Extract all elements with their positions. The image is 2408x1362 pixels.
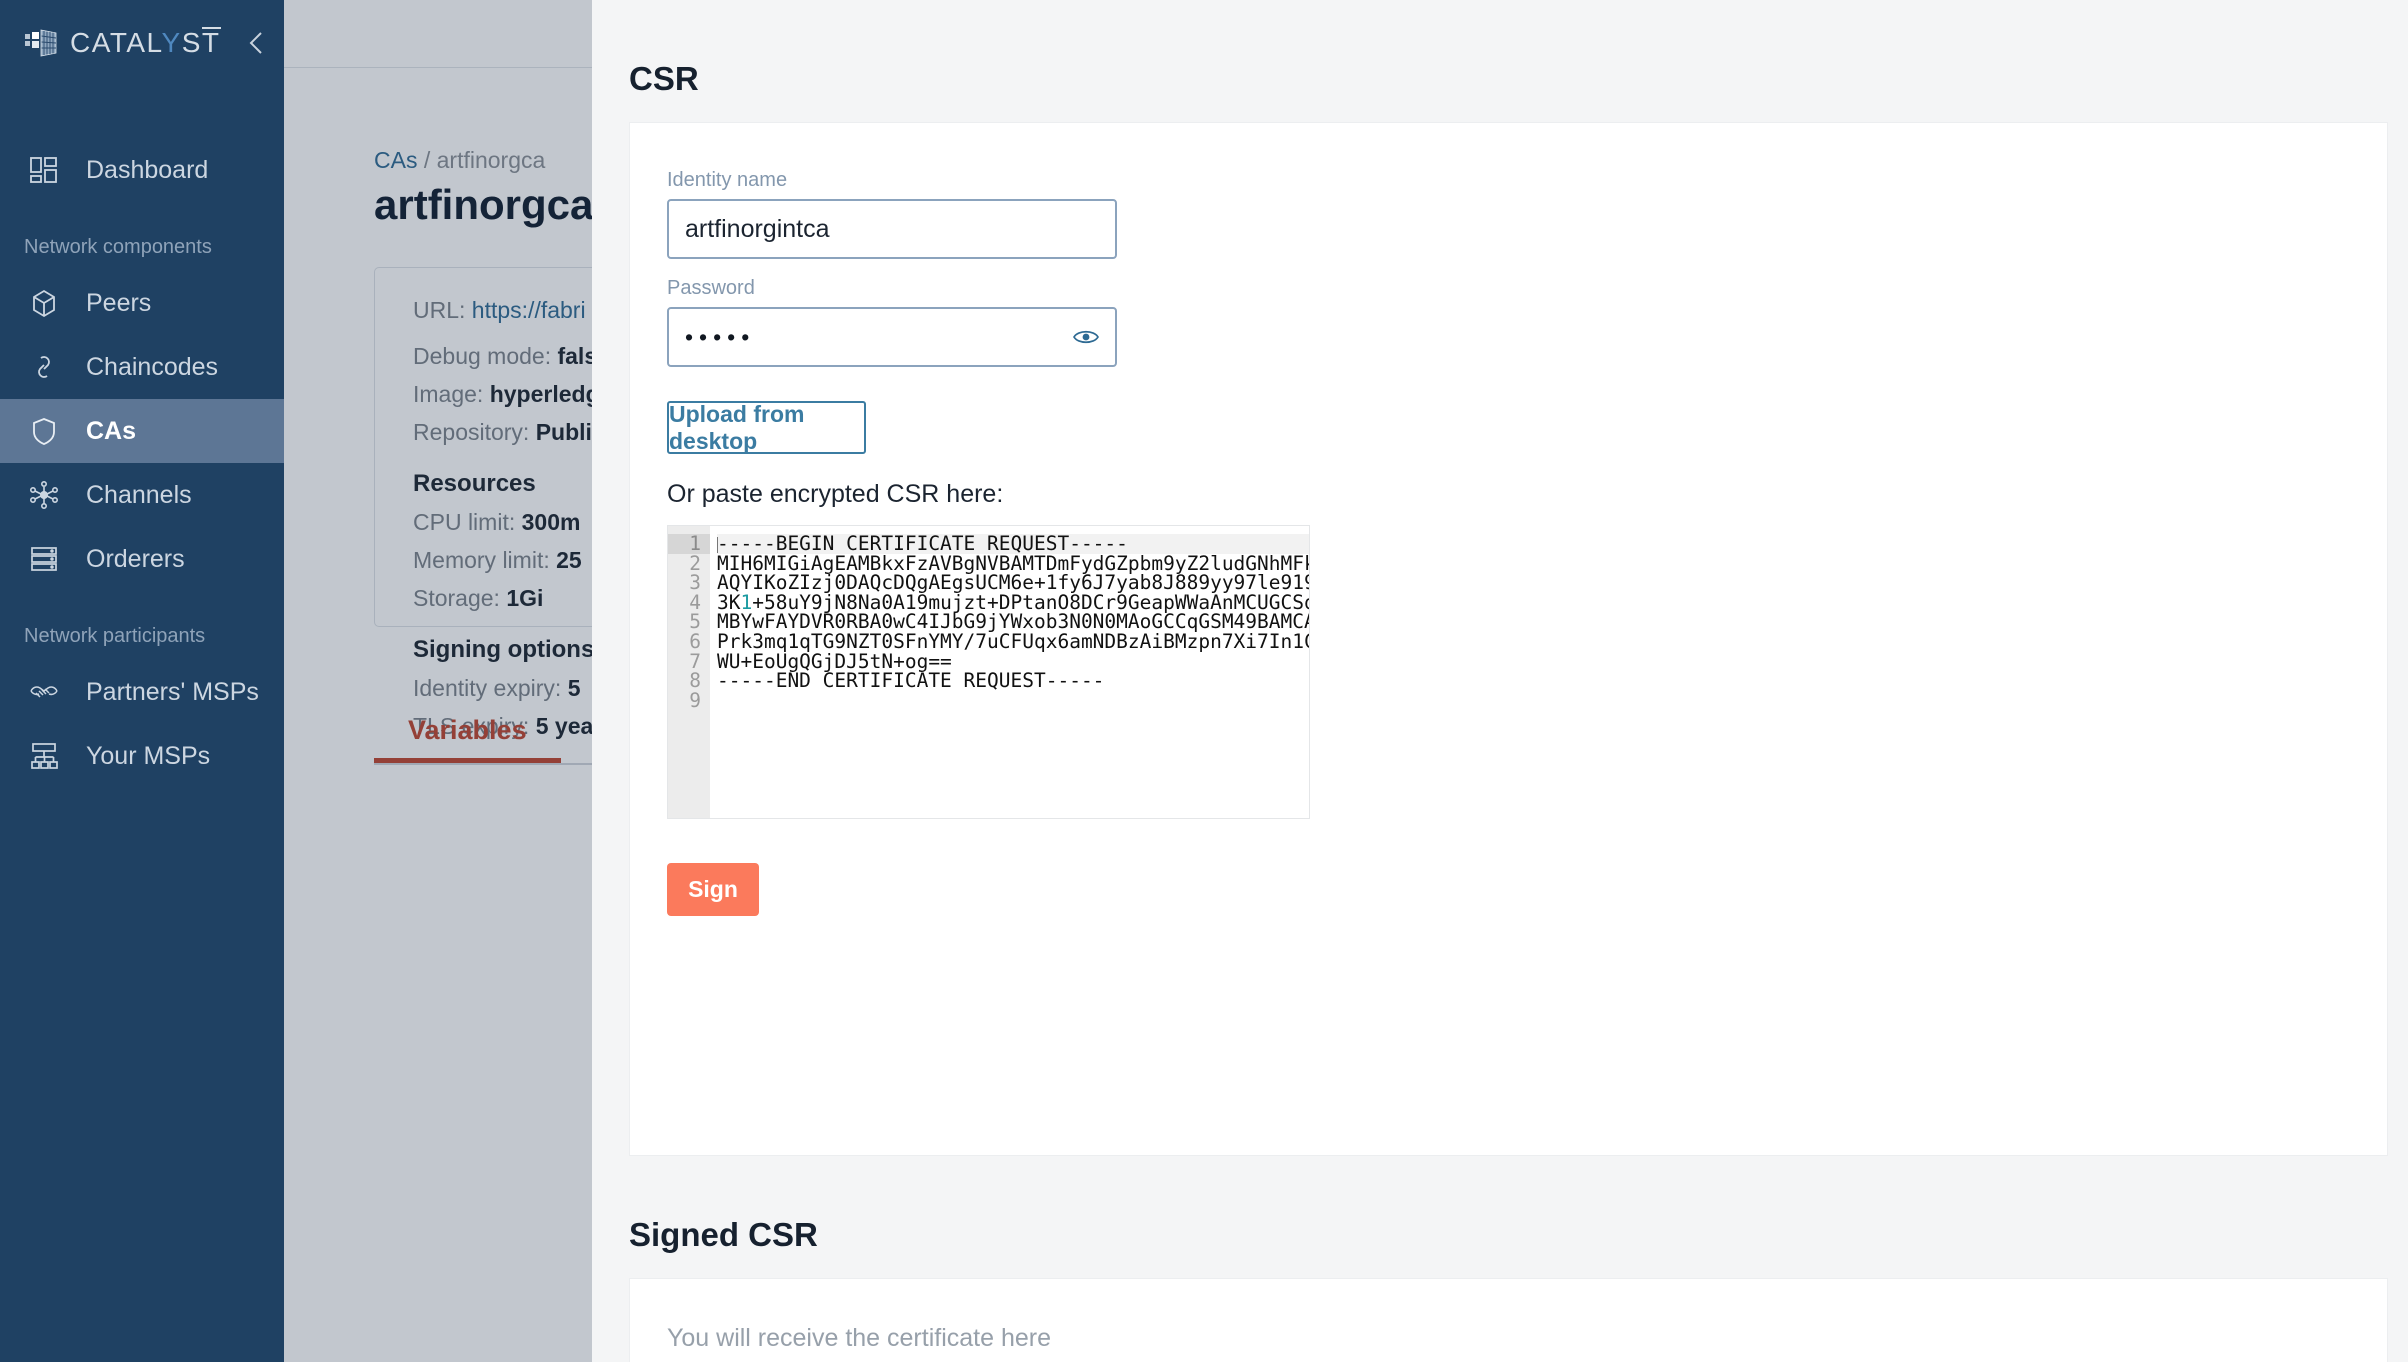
org-chart-icon [24, 736, 64, 776]
csr-code-editor[interactable]: 123456789 -----BEGIN CERTIFICATE REQUEST… [667, 525, 1310, 819]
app-root: CATALYST Dashboard Network components Pe… [0, 0, 2408, 1362]
identity-name-input[interactable]: artfinorgintca [667, 199, 1117, 259]
sidebar-item-label: Chaincodes [86, 352, 219, 381]
editor-caret [717, 537, 718, 553]
sidebar-item-your-msps[interactable]: Your MSPs [0, 724, 284, 788]
paste-csr-label: Or paste encrypted CSR here: [667, 480, 1004, 508]
sidebar-item-label: Your MSPs [86, 741, 211, 770]
editor-line-number: 8 [689, 669, 701, 693]
editor-line-number: 6 [689, 629, 701, 653]
sidebar-item-label: Orderers [86, 544, 185, 573]
sidebar-item-chaincodes[interactable]: Chaincodes [0, 335, 284, 399]
sidebar-item-orderers[interactable]: Orderers [0, 527, 284, 591]
csr-form-card: Identity name artfinorgintca Password ••… [629, 122, 2388, 1156]
sidebar-item-label: Dashboard [86, 155, 209, 184]
brand-title: CATALYST [70, 27, 221, 58]
sidebar-item-dashboard[interactable]: Dashboard [0, 138, 284, 202]
cube-icon [24, 283, 64, 323]
signed-csr-title: Signed CSR [629, 1216, 818, 1253]
sidebar-section-network-components: Network components [24, 236, 212, 258]
editor-line-number: 3 [689, 571, 701, 595]
editor-code-line: -----END CERTIFICATE REQUEST----- [717, 669, 1105, 693]
signed-csr-card: You will receive the certificate here [629, 1278, 2388, 1362]
sidebar-item-label: Peers [86, 288, 152, 317]
link-icon [24, 347, 64, 387]
editor-code-line: AQYIKoZIzj0DAQcDQgAEgsUCM6e+1fy6J7yab8J8… [717, 571, 1309, 595]
sidebar-item-label: CAs [86, 416, 137, 445]
password-input[interactable]: ••••• [667, 307, 1117, 367]
identity-name-label: Identity name [667, 169, 788, 191]
sidebar: CATALYST Dashboard Network components Pe… [0, 0, 284, 1362]
sidebar-section-network-participants: Network participants [24, 625, 206, 647]
sign-button[interactable]: Sign [667, 863, 759, 916]
chevron-left-icon [249, 32, 262, 54]
catalyst-cube-icon [24, 28, 58, 58]
shield-icon [24, 411, 64, 451]
eye-icon[interactable] [1073, 328, 1099, 346]
editor-line-number: 1 [668, 534, 710, 554]
editor-code-area[interactable]: -----BEGIN CERTIFICATE REQUEST----- MIH6M… [710, 526, 1309, 818]
editor-line-number-gutter: 123456789 [668, 526, 710, 818]
sidebar-item-partners-msps[interactable]: Partners' MSPs [0, 660, 284, 724]
handshake-icon [24, 672, 64, 712]
signed-csr-placeholder: You will receive the certificate here [667, 1323, 1051, 1352]
server-icon [24, 539, 64, 579]
sidebar-item-cas[interactable]: CAs [0, 399, 284, 463]
password-value: ••••• [685, 323, 756, 350]
editor-line-number: 9 [689, 688, 701, 712]
sidebar-item-channels[interactable]: Channels [0, 463, 284, 527]
sidebar-item-label: Channels [86, 480, 192, 509]
csr-modal-panel: CSR Identity name artfinorgintca Passwor… [592, 0, 2408, 1362]
password-label: Password [667, 277, 755, 299]
upload-from-desktop-button[interactable]: Upload from desktop [667, 401, 866, 454]
csr-section-title: CSR [629, 60, 699, 97]
editor-code-line [717, 691, 1309, 711]
network-icon [24, 475, 64, 515]
editor-code-line: -----BEGIN CERTIFICATE REQUEST----- [717, 534, 1309, 554]
sidebar-item-label: Partners' MSPs [86, 677, 259, 706]
editor-code-line: Prk3mq1qTG9NZT0SFnYMY/7uCFUqx6amNDBzAiBM… [717, 629, 1309, 653]
dashboard-icon [24, 150, 64, 190]
identity-name-value: artfinorgintca [685, 214, 830, 243]
sidebar-item-peers[interactable]: Peers [0, 271, 284, 335]
collapse-sidebar-button[interactable] [240, 26, 274, 60]
